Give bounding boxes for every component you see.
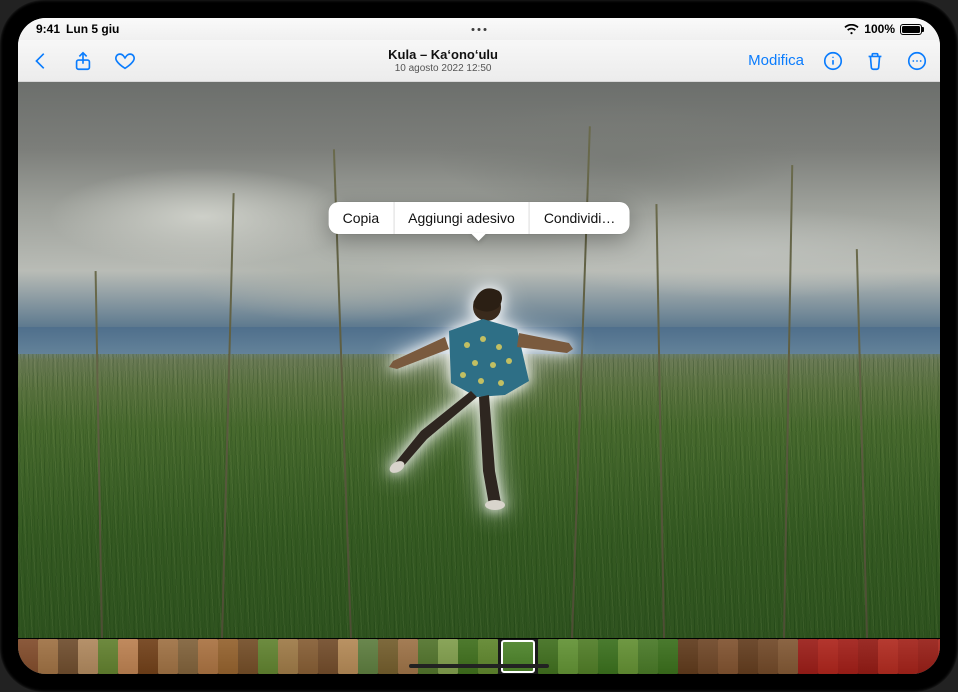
battery-icon bbox=[900, 24, 922, 35]
thumbnail[interactable] bbox=[258, 639, 278, 674]
status-date: Lun 5 giu bbox=[66, 22, 119, 36]
ipad-frame: 9:41 Lun 5 giu 100% bbox=[0, 0, 958, 692]
thumbnail[interactable] bbox=[158, 639, 178, 674]
thumbnail[interactable] bbox=[418, 639, 438, 674]
thumbnail[interactable] bbox=[898, 639, 918, 674]
thumbnail[interactable] bbox=[578, 639, 598, 674]
thumbnail[interactable] bbox=[98, 639, 118, 674]
photo-datetime: 10 agosto 2022 12:50 bbox=[138, 63, 748, 74]
thumbnail[interactable] bbox=[38, 639, 58, 674]
thumbnail[interactable] bbox=[358, 639, 378, 674]
thumbnail[interactable] bbox=[538, 639, 558, 674]
battery-pct: 100% bbox=[864, 22, 895, 36]
context-add-sticker[interactable]: Aggiungi adesivo bbox=[393, 202, 529, 234]
thumbnail[interactable] bbox=[618, 639, 638, 674]
share-button[interactable] bbox=[70, 48, 96, 74]
thumbnail[interactable] bbox=[778, 639, 798, 674]
thumbnail[interactable] bbox=[598, 639, 618, 674]
nav-bar: Kula – Ka‘ono‘ulu 10 agosto 2022 12:50 M… bbox=[18, 40, 940, 82]
thumbnail[interactable] bbox=[678, 639, 698, 674]
status-bar: 9:41 Lun 5 giu 100% bbox=[18, 18, 940, 40]
context-copy[interactable]: Copia bbox=[329, 202, 394, 234]
thumbnail[interactable] bbox=[398, 639, 418, 674]
photo-grass bbox=[18, 354, 940, 638]
thumbnail[interactable] bbox=[478, 639, 498, 674]
photo-title: Kula – Ka‘ono‘ulu bbox=[138, 47, 748, 62]
thumbnail[interactable] bbox=[878, 639, 898, 674]
thumbnail[interactable] bbox=[758, 639, 778, 674]
thumbnail[interactable] bbox=[438, 639, 458, 674]
thumbnail[interactable] bbox=[938, 639, 940, 674]
thumbnail[interactable] bbox=[378, 639, 398, 674]
home-indicator[interactable] bbox=[409, 664, 549, 668]
thumbnail[interactable] bbox=[718, 639, 738, 674]
thumbnail[interactable] bbox=[558, 639, 578, 674]
photo-viewer[interactable]: Copia Aggiungi adesivo Condividi… bbox=[18, 82, 940, 638]
thumbnail[interactable] bbox=[118, 639, 138, 674]
context-share[interactable]: Condividi… bbox=[529, 202, 630, 234]
thumbnail-strip[interactable] bbox=[18, 638, 940, 674]
multitask-dots[interactable] bbox=[472, 28, 487, 31]
photo-horizon bbox=[18, 327, 940, 355]
thumbnail[interactable] bbox=[818, 639, 838, 674]
edit-button[interactable]: Modifica bbox=[748, 52, 804, 69]
thumbnail[interactable] bbox=[58, 639, 78, 674]
wifi-icon bbox=[844, 24, 859, 35]
screen: 9:41 Lun 5 giu 100% bbox=[18, 18, 940, 674]
thumbnail[interactable] bbox=[18, 639, 38, 674]
delete-button[interactable] bbox=[862, 48, 888, 74]
back-button[interactable] bbox=[28, 48, 54, 74]
thumbnail[interactable] bbox=[338, 639, 358, 674]
thumbnail[interactable] bbox=[198, 639, 218, 674]
thumbnail[interactable] bbox=[318, 639, 338, 674]
thumbnail[interactable] bbox=[458, 639, 478, 674]
thumbnail[interactable] bbox=[858, 639, 878, 674]
thumbnail[interactable] bbox=[138, 639, 158, 674]
thumbnail[interactable] bbox=[298, 639, 318, 674]
thumbnail[interactable] bbox=[798, 639, 818, 674]
thumbnail[interactable] bbox=[78, 639, 98, 674]
thumbnail[interactable] bbox=[638, 639, 658, 674]
context-menu: Copia Aggiungi adesivo Condividi… bbox=[329, 202, 630, 234]
more-button[interactable] bbox=[904, 48, 930, 74]
thumbnail[interactable] bbox=[658, 639, 678, 674]
status-time: 9:41 bbox=[36, 22, 60, 36]
thumbnail[interactable] bbox=[918, 639, 938, 674]
thumbnail[interactable] bbox=[738, 639, 758, 674]
thumbnail[interactable] bbox=[501, 640, 535, 673]
info-button[interactable] bbox=[820, 48, 846, 74]
thumbnail[interactable] bbox=[838, 639, 858, 674]
thumbnail[interactable] bbox=[218, 639, 238, 674]
thumbnail[interactable] bbox=[698, 639, 718, 674]
thumbnail[interactable] bbox=[278, 639, 298, 674]
thumbnail[interactable] bbox=[178, 639, 198, 674]
favorite-button[interactable] bbox=[112, 48, 138, 74]
thumbnail[interactable] bbox=[238, 639, 258, 674]
